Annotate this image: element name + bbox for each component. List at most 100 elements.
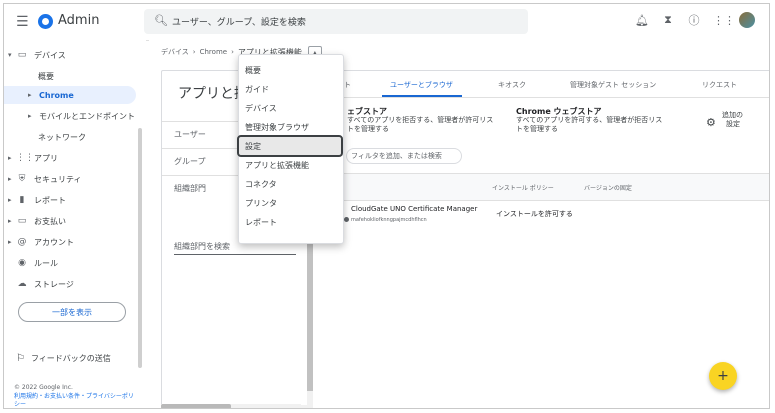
install-policy-value[interactable]: インストールを許可する xyxy=(496,209,573,219)
additional-settings-button[interactable]: 追加の 設定 xyxy=(722,111,743,129)
sidebar-item-network[interactable]: ネットワーク xyxy=(4,128,136,146)
sidebar-item-label: アカウント xyxy=(34,237,74,247)
sidebar-item-label: 概要 xyxy=(38,71,54,81)
billing-icon: ▭ xyxy=(17,216,27,226)
filter-placeholder: フィルタを追加、または検索 xyxy=(351,152,442,160)
sidebar-item-storage[interactable]: ☁ ストレージ xyxy=(4,275,136,293)
sidebar-item-overview[interactable]: 概要 xyxy=(4,67,136,85)
store-title: Chrome ウェブストア xyxy=(516,107,602,116)
sidebar-item-label: ストレージ xyxy=(34,279,74,289)
sidebar-item-label: ルール xyxy=(34,258,58,268)
chevron-right-icon: ▸ xyxy=(8,175,12,183)
breadcrumb-item-devices[interactable]: デバイス xyxy=(161,47,189,57)
sidebar-item-mobile[interactable]: ▸ モバイルとエンドポイント xyxy=(4,107,136,125)
app-window: ☰ Admin 🔍︎ ユーザー、グループ、設定を検索 🔔︎ ⧗ ⓘ ⋮⋮ ▾ ▭… xyxy=(3,3,770,409)
apps-icon: ⋮⋮ xyxy=(16,153,34,163)
app-name[interactable]: CloudGate UNO Certificate Manager xyxy=(351,205,477,213)
store-desc-line: すべてのアプリを拒否する、管理者が許可リス xyxy=(347,116,494,124)
feedback-icon: ⚐ xyxy=(16,353,25,364)
search-icon: 🔍︎ xyxy=(154,14,168,27)
sidebar-item-billing[interactable]: ▸ ▭ お支払い xyxy=(4,212,136,230)
at-icon: @ xyxy=(17,237,27,247)
gear-icon[interactable]: ⚙ xyxy=(706,116,716,129)
bell-icon[interactable]: 🔔︎ xyxy=(635,14,649,27)
avatar[interactable] xyxy=(739,12,755,28)
sidebar-item-chrome[interactable]: ▸ Chrome xyxy=(4,86,136,104)
sidebar-item-label: レポート xyxy=(34,195,66,205)
additional-settings-label: 設定 xyxy=(726,120,740,128)
chevron-right-icon: ▸ xyxy=(28,91,32,99)
chevron-right-icon: › xyxy=(192,48,196,56)
menu-item-overview[interactable]: 概要 xyxy=(239,61,343,80)
add-fab-button[interactable]: + xyxy=(709,362,737,390)
show-more-button[interactable]: 一部を表示 xyxy=(18,302,126,322)
sidebar-item-label: お支払い xyxy=(34,216,66,226)
store-desc-line: トを管理する xyxy=(516,125,558,133)
tab-managed-guest[interactable]: 管理対象ゲスト セッション xyxy=(570,80,656,90)
sidebar-item-account[interactable]: ▸ @ アカウント xyxy=(4,233,136,251)
chevron-right-icon: › xyxy=(231,48,234,56)
sidebar-item-reports[interactable]: ▸ ▮ レポート xyxy=(4,191,136,209)
search-input[interactable]: ユーザー、グループ、設定を検索 xyxy=(172,15,306,28)
sidebar-item-label: モバイルとエンドポイント xyxy=(39,111,135,121)
sidebar-item-security[interactable]: ▸ ⛨ セキュリティ xyxy=(4,170,136,188)
sidebar-item-apps[interactable]: ▸ ⋮⋮ アプリ xyxy=(4,149,136,167)
column-header[interactable]: インストール ポリシー xyxy=(492,183,554,192)
top-bar: ☰ Admin 🔍︎ ユーザー、グループ、設定を検索 🔔︎ ⧗ ⓘ ⋮⋮ xyxy=(4,4,769,41)
menu-item-reports[interactable]: レポート xyxy=(239,213,343,232)
chevron-down-icon: ▾ xyxy=(8,51,12,59)
feedback-label: フィードバックの送信 xyxy=(30,354,111,363)
main-horizontal-scrollbar[interactable] xyxy=(161,404,301,408)
menu-item-printers[interactable]: プリンタ xyxy=(239,194,343,213)
help-icon[interactable]: ⓘ xyxy=(687,12,701,28)
tab-requests[interactable]: リクエスト xyxy=(702,80,737,90)
breadcrumb-item-chrome[interactable]: Chrome xyxy=(200,48,227,56)
copyright: © 2022 Google Inc. xyxy=(14,384,73,391)
search-bar[interactable]: 🔍︎ ユーザー、グループ、設定を検索 xyxy=(144,9,528,34)
chevron-right-icon: ▸ xyxy=(8,217,12,225)
app-title: Admin xyxy=(58,13,100,28)
tab-users-browsers[interactable]: ユーザーとブラウザ xyxy=(390,80,453,90)
active-tab-underline xyxy=(382,95,462,97)
chevron-right-icon: ▸ xyxy=(8,154,12,162)
sidebar: ▾ ▭ デバイス 概要 ▸ Chrome ▸ モバイルとエンドポイント ネットワ… xyxy=(4,40,146,408)
menu-item-apps-extensions[interactable]: アプリと拡張機能 xyxy=(239,156,343,175)
scroll-thumb[interactable] xyxy=(161,404,231,408)
footer-links[interactable]: 利用規約・お支払い条件・プライバシーポリシー xyxy=(14,393,134,408)
shield-icon: ⛨ xyxy=(18,174,26,184)
chevron-right-icon: ▸ xyxy=(28,112,32,120)
chevron-right-icon: ▸ xyxy=(8,238,12,246)
tab-bar: ト ユーザーとブラウザ キオスク 管理対象ゲスト セッション リクエスト xyxy=(314,71,769,98)
store-option-deny[interactable]: ェブストア すべてのアプリを拒否する、管理者が許可リス トを管理する xyxy=(347,107,493,134)
sidebar-scrollbar[interactable] xyxy=(138,128,142,368)
store-title: ェブストア xyxy=(347,107,387,116)
sidebar-item-label: ネットワーク xyxy=(38,132,86,142)
tab-kiosk[interactable]: キオスク xyxy=(498,80,526,90)
column-header[interactable]: バージョンの固定 xyxy=(584,183,632,192)
filter-input[interactable]: フィルタを追加、または検索 xyxy=(346,148,462,164)
app-icon xyxy=(344,217,349,222)
tab-1[interactable]: ト xyxy=(344,80,351,90)
menu-item-guide[interactable]: ガイド xyxy=(239,80,343,99)
focus-ring xyxy=(237,135,343,157)
store-desc-line: すべてのアプリを許可する、管理者が拒否リス xyxy=(516,116,663,124)
sidebar-item-devices[interactable]: ▾ ▭ デバイス xyxy=(4,46,136,64)
sidebar-item-label: デバイス xyxy=(34,50,66,60)
sidebar-item-rules[interactable]: ◉ ルール xyxy=(4,254,136,272)
apps-grid-icon[interactable]: ⋮⋮ xyxy=(713,14,735,27)
store-option-allow[interactable]: Chrome ウェブストア すべてのアプリを許可する、管理者が拒否リス トを管理… xyxy=(516,107,662,134)
sidebar-item-label: Chrome xyxy=(39,90,74,100)
sidebar-item-label: アプリ xyxy=(34,153,58,163)
admin-logo xyxy=(38,14,53,29)
app-id: mafehokliofknngpajmcdhflhcn xyxy=(351,217,427,223)
hamburger-menu-icon[interactable]: ☰ xyxy=(16,14,29,30)
table-header: インストール ポリシー バージョンの固定 xyxy=(314,173,769,201)
devices-icon: ▭ xyxy=(17,50,27,60)
menu-item-devices[interactable]: デバイス xyxy=(239,99,343,118)
menu-item-connectors[interactable]: コネクタ xyxy=(239,175,343,194)
store-desc-line: トを管理する xyxy=(347,125,389,133)
feedback-link[interactable]: ⚐ フィードバックの送信 xyxy=(16,353,111,364)
additional-settings-label: 追加の xyxy=(722,111,743,119)
table-row[interactable]: CloudGate UNO Certificate Manager mafeho… xyxy=(314,199,769,233)
hourglass-icon[interactable]: ⧗ xyxy=(661,13,675,27)
